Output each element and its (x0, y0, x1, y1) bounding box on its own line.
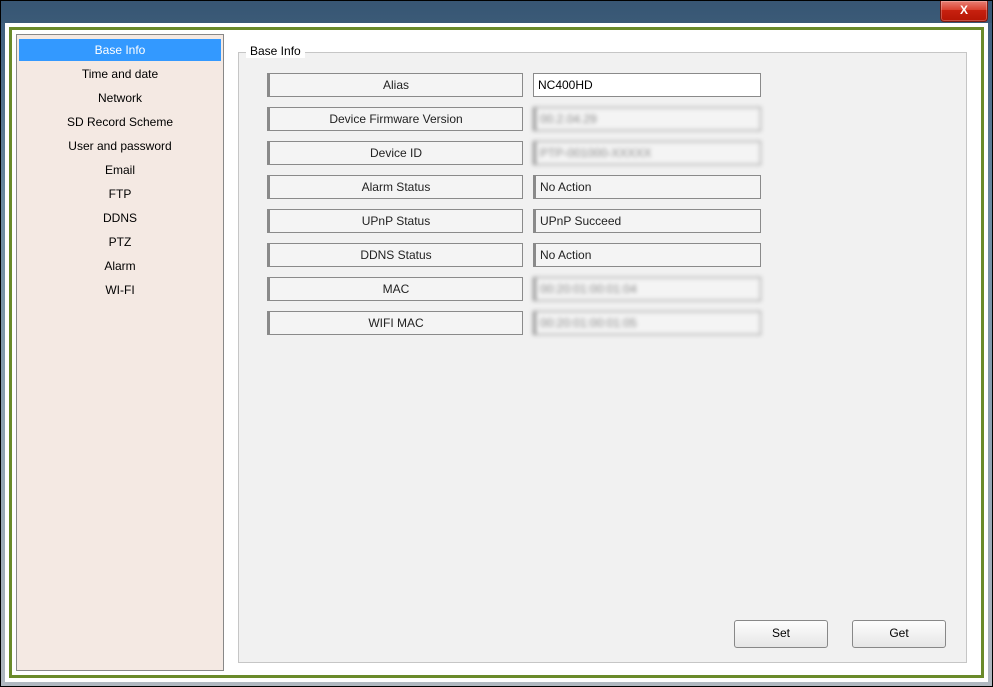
sidebar-item-label: Base Info (95, 43, 146, 57)
label-upnp-status: UPnP Status (267, 209, 523, 233)
label-mac: MAC (267, 277, 523, 301)
sidebar-item-base-info[interactable]: Base Info (19, 39, 221, 61)
sidebar-item-label: DDNS (103, 211, 137, 225)
sidebar-item-ddns[interactable]: DDNS (19, 207, 221, 229)
sidebar-item-label: Network (98, 91, 142, 105)
value-wifi-mac: 00:20:01:00:01:05 (533, 311, 761, 335)
row-upnp-status: UPnP Status UPnP Succeed (267, 209, 938, 233)
app-window: X Base Info Time and date Network SD Rec… (0, 0, 993, 687)
sidebar-item-label: Alarm (104, 259, 135, 273)
layout: Base Info Time and date Network SD Recor… (14, 32, 979, 673)
sidebar-item-alarm[interactable]: Alarm (19, 255, 221, 277)
value-ddns-status: No Action (533, 243, 761, 267)
get-button[interactable]: Get (852, 620, 946, 648)
row-alarm-status: Alarm Status No Action (267, 175, 938, 199)
label-alias: Alias (267, 73, 523, 97)
label-device-id: Device ID (267, 141, 523, 165)
row-wifi-mac: WIFI MAC 00:20:01:00:01:05 (267, 311, 938, 335)
form-rows: Alias Device Firmware Version 00.2.04.29… (267, 73, 938, 345)
set-button-label: Set (772, 626, 790, 640)
input-alias[interactable] (533, 73, 761, 97)
button-row: Set Get (734, 620, 946, 648)
set-button[interactable]: Set (734, 620, 828, 648)
label-ddns-status: DDNS Status (267, 243, 523, 267)
sidebar-item-time-and-date[interactable]: Time and date (19, 63, 221, 85)
row-alias: Alias (267, 73, 938, 97)
sidebar-item-label: Time and date (82, 67, 158, 81)
sidebar-item-ptz[interactable]: PTZ (19, 231, 221, 253)
sidebar: Base Info Time and date Network SD Recor… (16, 34, 224, 671)
sidebar-item-label: User and password (68, 139, 171, 153)
label-alarm-status: Alarm Status (267, 175, 523, 199)
sidebar-item-ftp[interactable]: FTP (19, 183, 221, 205)
sidebar-item-user-and-password[interactable]: User and password (19, 135, 221, 157)
row-device-id: Device ID PTP-001000-XXXXX (267, 141, 938, 165)
value-mac: 00:20:01:00:01:04 (533, 277, 761, 301)
get-button-label: Get (889, 626, 908, 640)
titlebar: X (1, 1, 992, 23)
label-firmware: Device Firmware Version (267, 107, 523, 131)
close-button[interactable]: X (940, 1, 988, 22)
sidebar-item-label: Email (105, 163, 135, 177)
sidebar-item-label: SD Record Scheme (67, 115, 173, 129)
row-mac: MAC 00:20:01:00:01:04 (267, 277, 938, 301)
sidebar-item-email[interactable]: Email (19, 159, 221, 181)
close-icon: X (960, 3, 968, 17)
value-device-id: PTP-001000-XXXXX (533, 141, 761, 165)
value-alarm-status: No Action (533, 175, 761, 199)
row-firmware: Device Firmware Version 00.2.04.29 (267, 107, 938, 131)
label-wifi-mac: WIFI MAC (267, 311, 523, 335)
sidebar-item-wifi[interactable]: WI-FI (19, 279, 221, 301)
sidebar-item-network[interactable]: Network (19, 87, 221, 109)
client-area: Base Info Time and date Network SD Recor… (5, 23, 988, 682)
value-upnp-status: UPnP Succeed (533, 209, 761, 233)
content-frame: Base Info Time and date Network SD Recor… (9, 27, 984, 678)
sidebar-item-label: WI-FI (105, 283, 134, 297)
sidebar-item-label: PTZ (109, 235, 132, 249)
value-firmware: 00.2.04.29 (533, 107, 761, 131)
panel-title: Base Info (246, 44, 305, 58)
sidebar-item-sd-record-scheme[interactable]: SD Record Scheme (19, 111, 221, 133)
main-panel: Base Info Alias Device Firmware Version … (228, 34, 977, 671)
base-info-fieldset: Alias Device Firmware Version 00.2.04.29… (238, 52, 967, 663)
row-ddns-status: DDNS Status No Action (267, 243, 938, 267)
sidebar-item-label: FTP (109, 187, 132, 201)
